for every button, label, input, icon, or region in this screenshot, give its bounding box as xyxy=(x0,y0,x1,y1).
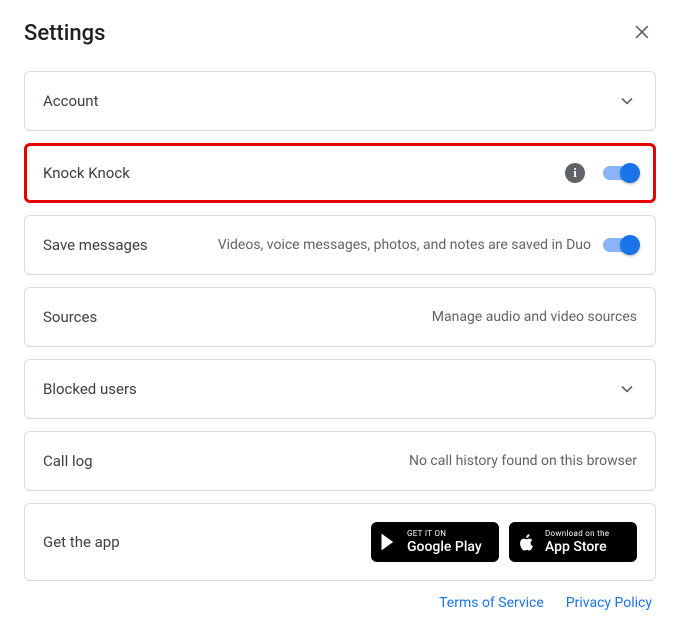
sources-desc: Manage audio and video sources xyxy=(109,309,637,325)
save-messages-label: Save messages xyxy=(43,236,148,254)
terms-of-service-link[interactable]: Terms of Service xyxy=(439,595,544,611)
sources-row[interactable]: Sources Manage audio and video sources xyxy=(24,287,656,347)
app-store-button[interactable]: Download on the App Store xyxy=(509,522,637,562)
get-the-app-label: Get the app xyxy=(43,533,120,551)
google-play-icon xyxy=(379,531,399,553)
sources-label: Sources xyxy=(43,308,97,326)
settings-rows: Account Knock Knock i Save messages Vide… xyxy=(24,71,656,581)
settings-header: Settings xyxy=(24,18,656,49)
store-buttons: GET IT ON Google Play Download on the Ap… xyxy=(371,522,637,562)
google-play-button[interactable]: GET IT ON Google Play xyxy=(371,522,499,562)
save-messages-toggle[interactable] xyxy=(603,238,637,252)
settings-panel: Settings Account Knock Knock i xyxy=(0,0,680,625)
chevron-down-icon xyxy=(617,379,637,399)
footer-links: Terms of Service Privacy Policy xyxy=(24,581,656,611)
google-play-small: GET IT ON xyxy=(407,530,482,538)
privacy-policy-link[interactable]: Privacy Policy xyxy=(566,595,652,611)
app-store-big: App Store xyxy=(545,540,609,554)
blocked-users-label: Blocked users xyxy=(43,380,137,398)
chevron-down-icon xyxy=(617,91,637,111)
account-label: Account xyxy=(43,92,99,110)
account-row[interactable]: Account xyxy=(24,71,656,131)
save-messages-desc: Videos, voice messages, photos, and note… xyxy=(160,237,591,253)
google-play-big: Google Play xyxy=(407,540,482,554)
app-store-small: Download on the xyxy=(545,530,609,538)
knock-knock-toggle[interactable] xyxy=(603,166,637,180)
call-log-desc: No call history found on this browser xyxy=(105,453,637,469)
knock-knock-label: Knock Knock xyxy=(43,164,130,182)
knock-knock-controls: i xyxy=(565,163,637,183)
page-title: Settings xyxy=(24,21,105,46)
save-messages-row: Save messages Videos, voice messages, ph… xyxy=(24,215,656,275)
apple-icon xyxy=(517,531,537,553)
get-the-app-row: Get the app GET IT ON Google Play xyxy=(24,503,656,581)
call-log-label: Call log xyxy=(43,452,93,470)
save-messages-right: Videos, voice messages, photos, and note… xyxy=(160,237,637,253)
close-button[interactable] xyxy=(628,18,656,49)
knock-knock-row: Knock Knock i xyxy=(24,143,656,203)
call-log-row: Call log No call history found on this b… xyxy=(24,431,656,491)
close-icon xyxy=(632,22,652,45)
info-icon[interactable]: i xyxy=(565,163,585,183)
blocked-users-row[interactable]: Blocked users xyxy=(24,359,656,419)
